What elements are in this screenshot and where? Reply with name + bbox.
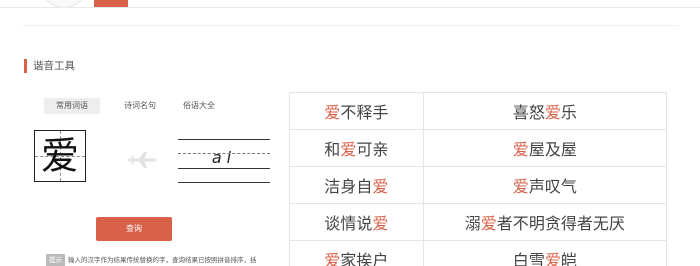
idiom-cell[interactable]: 谈情说爱 [289, 203, 424, 241]
idiom-cell[interactable]: 爱家挨户 [289, 240, 424, 266]
header-divider [0, 7, 700, 8]
tab-poetry-lines[interactable]: 诗词名句 [110, 98, 170, 114]
character-input-box[interactable]: 爱 [34, 130, 86, 182]
idiom-cell[interactable]: 洁身自爱 [289, 166, 424, 204]
table-row: 谈情说爱 溺爱者不明贪得者无厌 [289, 203, 668, 241]
idiom-cell[interactable]: 爱声叹气 [422, 166, 668, 204]
table-row: 爱不释手 喜怒爱乐 [289, 92, 668, 130]
table-row: 洁身自爱 爱声叹气 [289, 166, 668, 204]
idiom-cell[interactable]: 和爱可亲 [289, 129, 424, 167]
pinyin-text: ai [211, 148, 237, 167]
section-accent-bar [24, 59, 27, 73]
idiom-table: 爱不释手 喜怒爱乐 和爱可亲 爱屋及屋 洁身自爱 爱声叹气 谈情说爱 溺爱者不明贪得者无厌 爱家… [289, 92, 668, 266]
section-divider [22, 25, 678, 26]
tab-common-words[interactable]: 常用词语 [44, 98, 100, 114]
tip-badge: 提示 [46, 254, 65, 266]
table-row: 爱家挨户 白雪爱皑 [289, 240, 668, 266]
airplane-icon [128, 152, 156, 168]
input-character: 爱 [40, 134, 79, 178]
idiom-cell[interactable]: 白雪爱皑 [422, 240, 668, 266]
idiom-cell[interactable]: 溺爱者不明贪得者无厌 [422, 203, 668, 241]
tip-text: 输入的汉字作为结果传统替换的字，查询结果已按照拼音排序，括 [68, 256, 257, 264]
idiom-cell[interactable]: 喜怒爱乐 [422, 92, 668, 130]
tab-proverbs[interactable]: 俗语大全 [170, 98, 228, 114]
idiom-cell[interactable]: 爱不释手 [289, 92, 424, 130]
idiom-cell[interactable]: 爱屋及屋 [422, 129, 668, 167]
table-row: 和爱可亲 爱屋及屋 [289, 129, 668, 167]
section-title: 谐音工具 [33, 60, 75, 72]
nav-tab-active[interactable] [94, 0, 128, 7]
query-button[interactable]: 查询 [96, 217, 172, 241]
